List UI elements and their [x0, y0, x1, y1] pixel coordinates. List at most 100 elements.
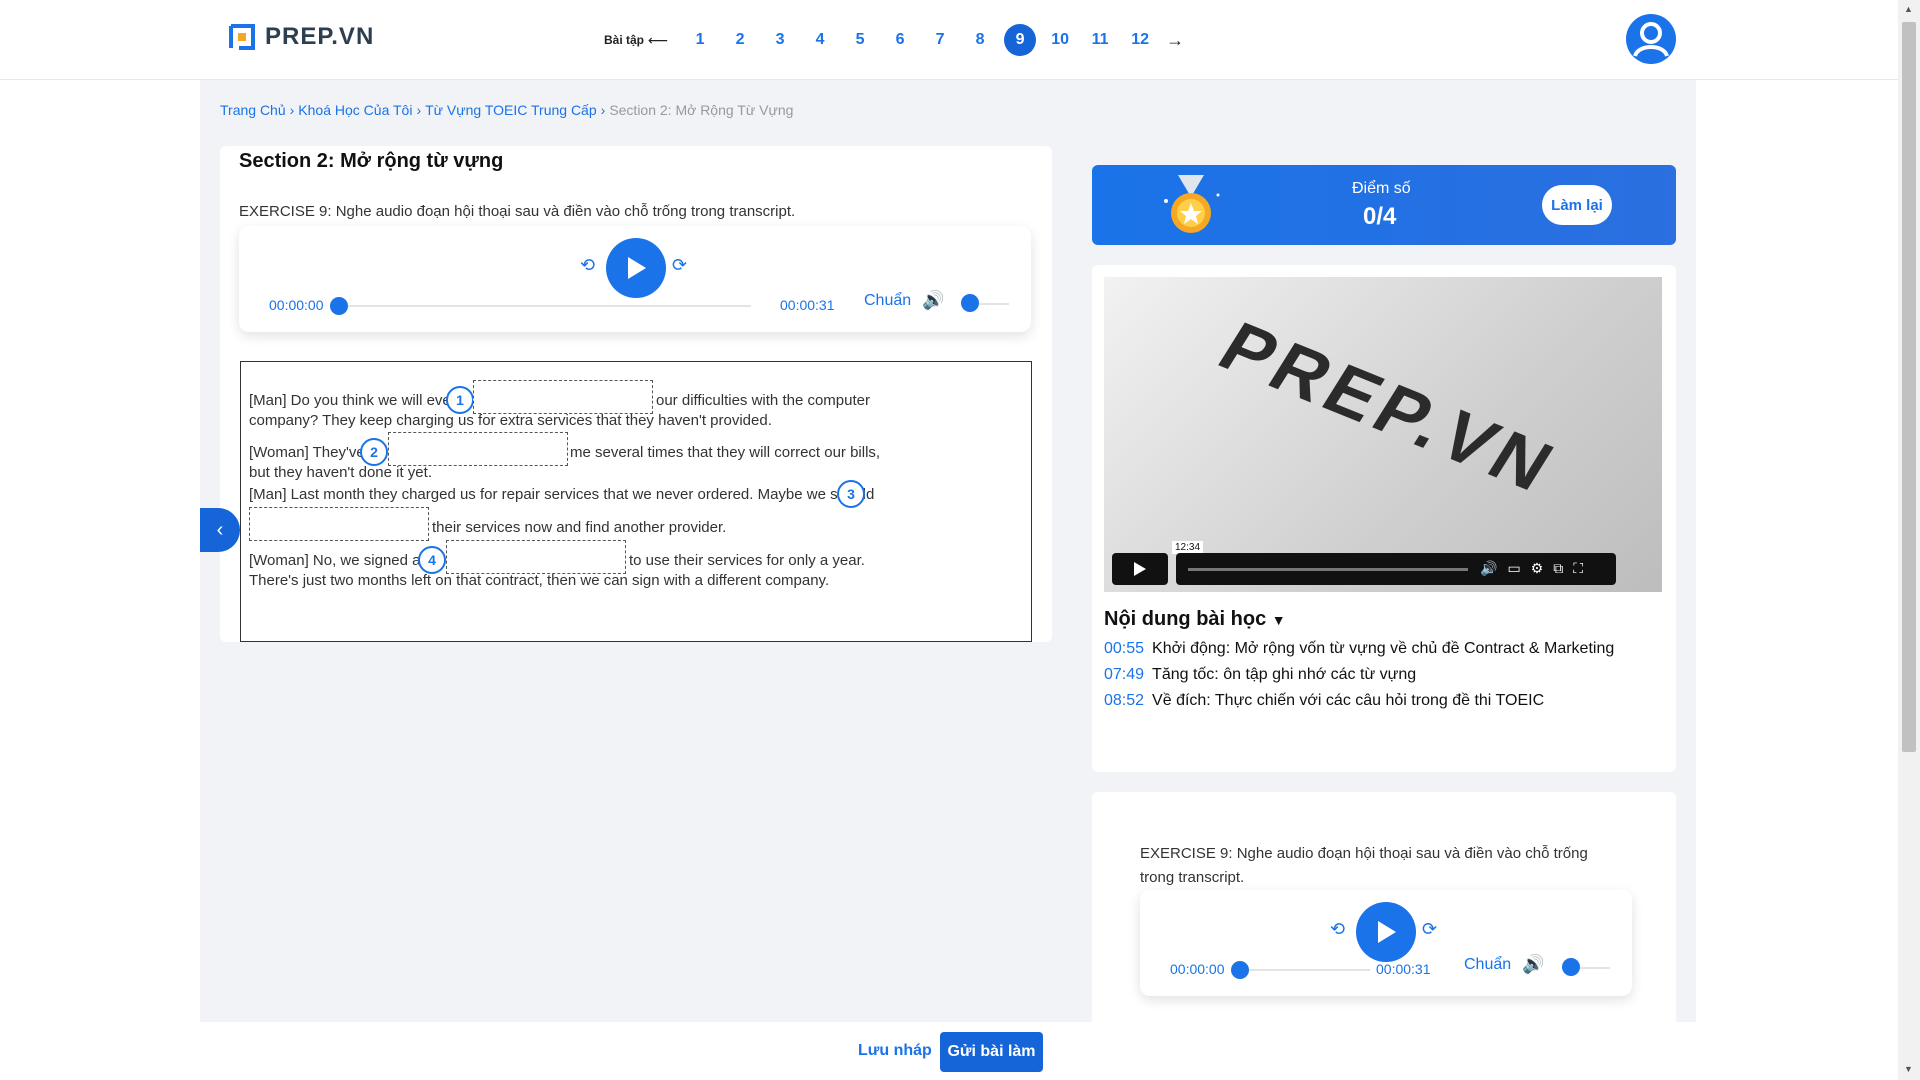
volume-icon[interactable]: 🔊	[922, 290, 944, 311]
exercise-instruction: EXERCISE 9: Nghe audio đoạn hội thoại sa…	[239, 203, 796, 220]
page-scrollbar[interactable]: ▲ ▼	[1898, 0, 1920, 1080]
pager-page-10[interactable]: 10	[1044, 24, 1076, 56]
save-draft-button[interactable]: Lưu nháp	[858, 1042, 932, 1060]
breadcrumb-home[interactable]: Trang Chủ	[220, 102, 286, 118]
chevron-right-icon: ›	[289, 102, 295, 118]
miniplayer-icon[interactable]: ⧉	[1553, 560, 1563, 577]
arrow-right-icon[interactable]: →	[1166, 30, 1184, 51]
lesson-content-label: Nội dung bài học	[1104, 608, 1267, 630]
caret-down-icon: ▼	[1271, 612, 1286, 628]
lesson-content-title[interactable]: Nội dung bài học ▼	[1104, 608, 1286, 631]
current-time: 00:00:00	[1170, 961, 1225, 977]
blank-input-2[interactable]	[388, 432, 568, 466]
transcript-text: [Man] Do you think we will ever	[249, 392, 456, 409]
arrow-left-icon[interactable]: ⟵	[648, 32, 668, 49]
transcript-text: but they haven't done it yet.	[249, 464, 432, 481]
duration: 00:00:31	[780, 297, 835, 313]
exercise-card: Section 2: Mở rộng từ vựng EXERCISE 9: N…	[220, 146, 1052, 642]
transcript-text: company? They keep charging us for extra…	[249, 412, 772, 429]
volume-icon[interactable]: 🔊	[1522, 954, 1544, 975]
top-header: PREP.VN Bài tập ⟵ 1 2 3 4 5 6 7 8 9 10 11 12 →	[0, 0, 1898, 80]
play-icon	[1378, 921, 1396, 943]
breadcrumb-my-courses[interactable]: Khoá Học Của Tôi	[298, 102, 412, 118]
chevron-right-icon: ›	[416, 102, 422, 118]
progress-track[interactable]	[1240, 969, 1370, 971]
settings-icon[interactable]: ⚙	[1531, 560, 1544, 577]
pager-numbers: 1 2 3 4 5 6 7 8 9 10 11 12	[680, 24, 1160, 56]
rewind-icon[interactable]: ⟲	[580, 255, 595, 276]
bottom-action-bar: Lưu nháp Gửi bài làm	[0, 1022, 1898, 1080]
speed-select[interactable]: Chuẩn	[1464, 956, 1511, 974]
play-button[interactable]	[1356, 902, 1416, 962]
lesson-timestamp[interactable]: 07:49	[1104, 666, 1144, 683]
video-play-button[interactable]	[1112, 553, 1168, 585]
breadcrumb-course[interactable]: Từ Vựng TOEIC Trung Cấp	[425, 102, 597, 118]
lesson-item-text: Về đích: Thực chiến với các câu hỏi tron…	[1152, 692, 1545, 709]
pager-page-2[interactable]: 2	[724, 24, 756, 56]
transcript-box: [Man] Do you think we will ever 1 our di…	[240, 361, 1032, 642]
play-button[interactable]	[606, 238, 666, 298]
play-icon	[1134, 562, 1146, 576]
pager-page-9[interactable]: 9	[1004, 24, 1037, 56]
user-avatar[interactable]	[1626, 14, 1676, 64]
breadcrumb: Trang Chủ › Khoá Học Của Tôi › Từ Vựng TOE…	[220, 102, 793, 118]
pager-page-11[interactable]: 11	[1084, 24, 1116, 56]
chevron-right-icon: ›	[600, 102, 606, 118]
exercise-instruction: EXERCISE 9: Nghe audio đoạn hội thoại sa…	[1140, 845, 1588, 886]
blank-input-4[interactable]	[446, 540, 626, 574]
lesson-item-text: Khởi động: Mở rộng vốn từ vựng về chủ đề…	[1152, 640, 1615, 657]
pager-page-3[interactable]: 3	[764, 24, 796, 56]
score-value: 0/4	[1363, 203, 1397, 230]
submit-button[interactable]: Gửi bài làm	[940, 1032, 1043, 1072]
breadcrumb-current: Section 2: Mở Rộng Từ Vựng	[609, 102, 794, 118]
forward-icon[interactable]: ⟳	[672, 255, 687, 276]
brand-name: PREP.VN	[265, 23, 375, 50]
lesson-video-card: PREP.VN 12:34 🔊 ▭ ⚙ ⧉ ⛶ Nội dung bài học…	[1092, 265, 1676, 772]
lesson-item[interactable]: 00:55 Khởi động: Mở rộng vốn từ vựng về c…	[1104, 640, 1614, 658]
captions-icon[interactable]: ▭	[1507, 560, 1520, 577]
pager-page-7[interactable]: 7	[924, 24, 956, 56]
scroll-down-icon[interactable]: ▼	[1904, 1064, 1913, 1074]
pager-page-8[interactable]: 8	[964, 24, 996, 56]
pager-page-12[interactable]: 12	[1124, 24, 1156, 56]
pager-page-5[interactable]: 5	[844, 24, 876, 56]
blank-input-1[interactable]	[473, 380, 653, 414]
transcript-text: [Woman] They've	[249, 444, 365, 461]
exercise-pager: Bài tập ⟵ 1 2 3 4 5 6 7 8 9 10 11 12 →	[604, 24, 1184, 56]
forward-icon[interactable]: ⟳	[1422, 919, 1437, 940]
lesson-item[interactable]: 07:49 Tăng tốc: ôn tập ghi nhớ các từ vựn…	[1104, 666, 1416, 684]
current-time: 00:00:00	[269, 297, 324, 313]
pager-page-1[interactable]: 1	[684, 24, 716, 56]
blank-number-1: 1	[446, 386, 474, 414]
video-progress[interactable]	[1188, 568, 1468, 571]
scroll-thumb[interactable]	[1902, 22, 1916, 752]
prep-logo-icon	[229, 24, 255, 50]
retry-button[interactable]: Làm lại	[1542, 185, 1612, 225]
video-player[interactable]: PREP.VN 12:34 🔊 ▭ ⚙ ⧉ ⛶	[1104, 277, 1662, 592]
lesson-timestamp[interactable]: 08:52	[1104, 692, 1144, 709]
transcript-text: me several times that they will correct …	[570, 444, 881, 461]
scroll-up-icon[interactable]: ▲	[1904, 4, 1913, 14]
blank-input-3[interactable]	[249, 507, 429, 541]
duration: 00:00:31	[1376, 961, 1431, 977]
pager-page-4[interactable]: 4	[804, 24, 836, 56]
progress-knob[interactable]	[1231, 961, 1249, 979]
fullscreen-icon[interactable]: ⛶	[1573, 560, 1583, 577]
pager-page-6[interactable]: 6	[884, 24, 916, 56]
volume-knob[interactable]	[961, 294, 979, 312]
transcript-text: [Man] Last month they charged us for rep…	[249, 486, 875, 503]
score-card: Điểm số 0/4 Làm lại	[1092, 165, 1676, 245]
rewind-icon[interactable]: ⟲	[1330, 919, 1345, 940]
progress-track[interactable]	[339, 305, 751, 307]
transcript-text: their services now and find another prov…	[432, 519, 727, 536]
volume-icon[interactable]: 🔊	[1480, 560, 1497, 577]
speed-select[interactable]: Chuẩn	[864, 292, 911, 310]
blank-number-4: 4	[418, 546, 446, 574]
lesson-timestamp[interactable]: 00:55	[1104, 640, 1144, 657]
volume-knob[interactable]	[1562, 958, 1580, 976]
lesson-item[interactable]: 08:52 Về đích: Thực chiến với các câu hỏi…	[1104, 692, 1544, 710]
progress-knob[interactable]	[330, 297, 348, 315]
brand-logo[interactable]: PREP.VN	[227, 22, 374, 52]
transcript-text: our difficulties with the computer	[656, 392, 870, 409]
transcript-text: [Woman] No, we signed an	[249, 552, 429, 569]
